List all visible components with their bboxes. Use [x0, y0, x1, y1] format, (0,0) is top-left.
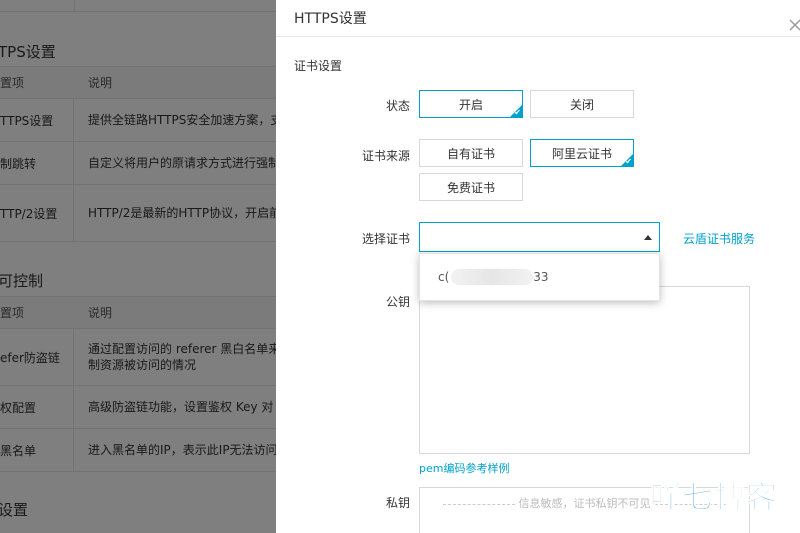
private-key-placeholder: 信息敏感，证书私钥不可见: [518, 497, 651, 510]
private-key-label: 私钥: [385, 496, 410, 510]
blog-watermark: 吖七博客: [650, 480, 778, 517]
check-icon: ✔: [514, 108, 521, 117]
https-settings-drawer: HTTPS设置 证书设置 状态 开启 ✔ 关闭 证书来源 自有证书 阿里云证书 …: [276, 0, 800, 533]
status-label: 状态: [385, 99, 410, 113]
cert-source-label: 证书来源: [361, 149, 410, 163]
select-cert-label: 选择证书: [361, 232, 410, 246]
own-cert-option[interactable]: 自有证书: [419, 139, 523, 167]
close-icon[interactable]: [788, 18, 800, 32]
aliyun-cert-option[interactable]: 阿里云证书 ✔: [530, 139, 634, 167]
cert-dropdown-option[interactable]: c(33: [420, 254, 659, 300]
cert-select[interactable]: [419, 222, 660, 252]
status-off-option[interactable]: 关闭: [530, 90, 634, 118]
status-on-option[interactable]: 开启 ✔: [419, 90, 523, 118]
cloud-shield-cert-service-link[interactable]: 云盾证书服务: [683, 230, 755, 247]
public-key-label: 公钥: [385, 295, 410, 309]
public-key-textarea[interactable]: [419, 286, 750, 454]
drawer-title: HTTPS设置: [294, 11, 367, 27]
drawer-header: HTTPS设置: [276, 0, 800, 37]
cert-dropdown-menu: c(33: [419, 253, 660, 301]
check-icon: ✔: [625, 157, 632, 166]
caret-up-icon: [644, 235, 652, 240]
pem-sample-link[interactable]: pem编码参考样例: [419, 460, 509, 476]
redacted-cert-name: [451, 269, 534, 285]
free-cert-option[interactable]: 免费证书: [419, 173, 523, 201]
cert-settings-section-title: 证书设置: [294, 59, 343, 73]
